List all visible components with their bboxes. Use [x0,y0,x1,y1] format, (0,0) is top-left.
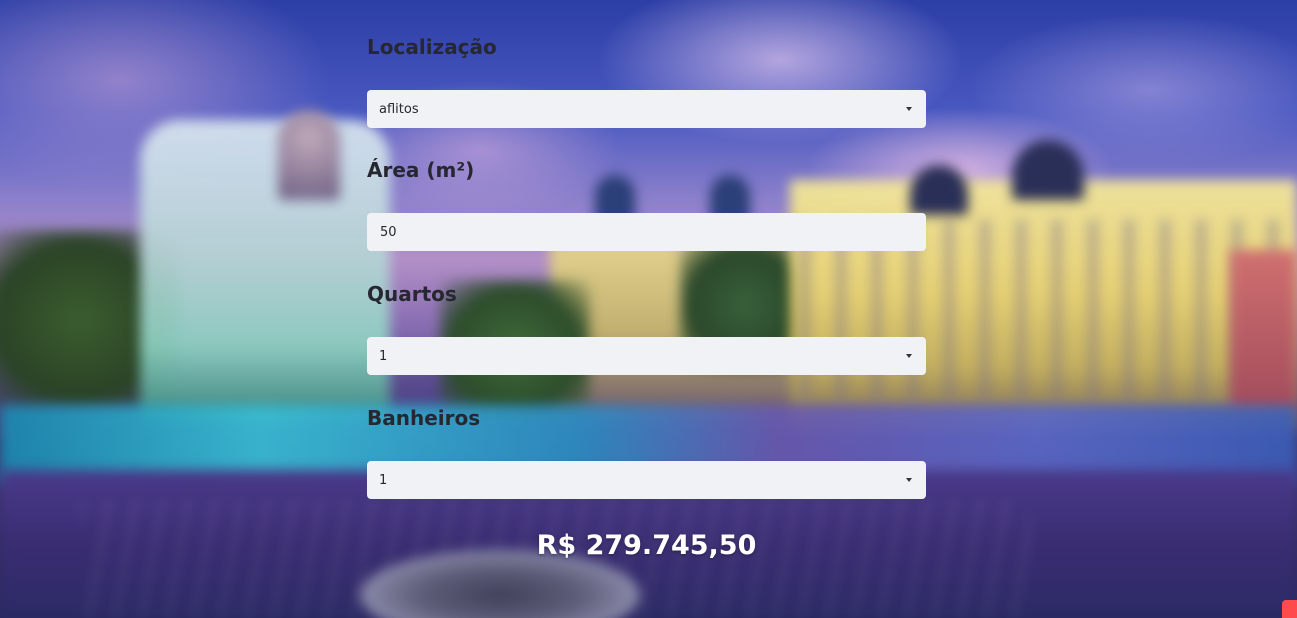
background-dome [910,165,968,215]
localizacao-select[interactable]: aflitos [367,90,926,128]
quartos-label: Quartos [367,282,457,306]
quartos-select[interactable]: 1 [367,337,926,375]
banheiros-selected-value: 1 [379,472,388,488]
localizacao-selected-value: aflitos [379,101,419,117]
quartos-selected-value: 1 [379,348,388,364]
area-label: Área (m²) [367,158,475,182]
area-input-value: 50 [380,224,397,240]
chevron-down-icon [906,354,912,358]
status-widget[interactable] [1282,600,1297,618]
chevron-down-icon [906,478,912,482]
background-building-red [1230,250,1297,410]
predicted-price: R$ 279.745,50 [536,530,757,561]
background-tower-left [278,110,340,200]
chevron-down-icon [906,107,912,111]
area-input[interactable]: 50 [367,213,926,251]
banheiros-select[interactable]: 1 [367,461,926,499]
banheiros-label: Banheiros [367,406,481,430]
localizacao-label: Localização [367,35,497,59]
background-building-left [140,120,390,420]
